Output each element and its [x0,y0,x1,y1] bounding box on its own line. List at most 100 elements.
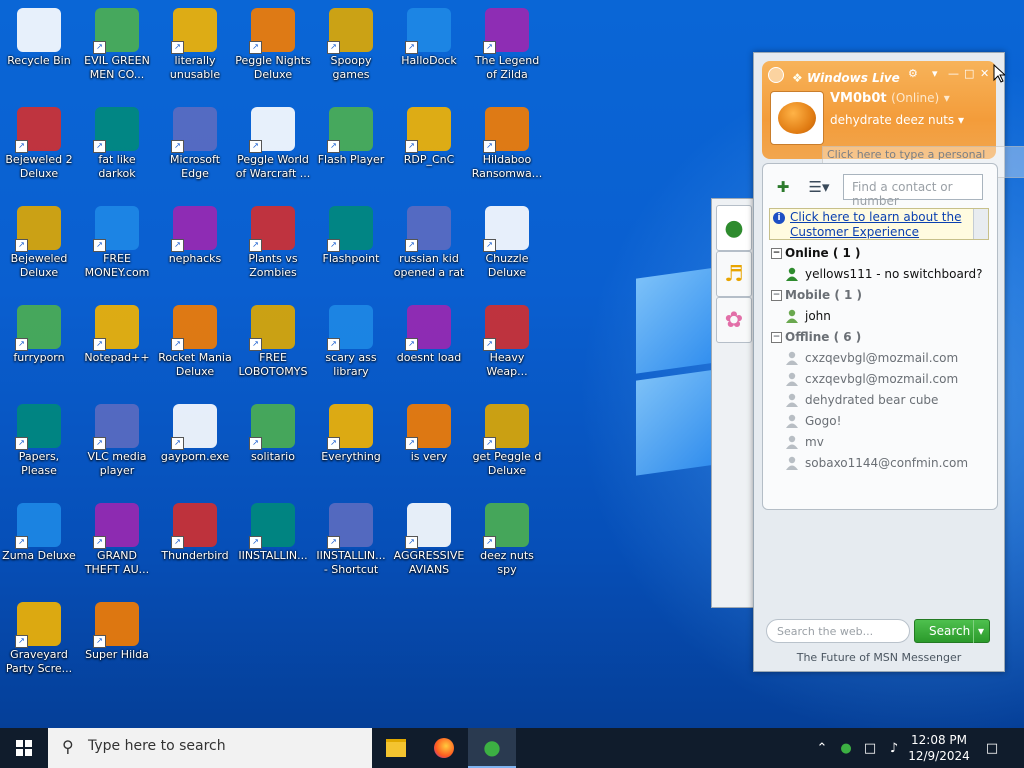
online-status[interactable]: (Online) [891,91,939,105]
contact-group-header[interactable]: − Offline ( 6 ) [771,330,861,344]
desktop-icon[interactable]: ↗ doesnt load [391,301,467,365]
desktop-icon[interactable]: ↗ Plants vs Zombies [235,202,311,280]
desktop-icon[interactable]: ↗ Rocket Mania Deluxe [157,301,233,379]
start-button[interactable] [0,728,48,768]
desktop-icon[interactable]: ↗ solitario [235,400,311,464]
zilda-icon: ↗ [483,8,529,54]
contact-list-item[interactable]: cxzqevbgl@mozmail.com [785,372,958,386]
collapse-group-icon[interactable]: − [771,290,782,301]
menu-chevron-icon[interactable]: ▾ [932,67,938,80]
desktop-icon[interactable]: ↗ is very [391,400,467,464]
desktop-icon[interactable]: ↗ Hildaboo Ransomwa... [469,103,545,181]
contact-list-item[interactable]: mv [785,435,824,449]
desktop-icon[interactable]: ↗ Super Hilda [79,598,155,662]
offline-buddy-icon [785,414,799,428]
desktop-icon-label: Notepad++ [84,351,150,364]
banner-scrollbar[interactable] [973,209,988,239]
contact-list-item[interactable]: john [785,309,831,323]
desktop-icon[interactable]: ↗ deez nuts spy [469,499,545,577]
desktop-icon[interactable]: ↗ EVIL GREEN MEN CO... [79,4,155,82]
search-dropdown-icon[interactable]: ▾ [973,620,984,643]
desktop-icon[interactable]: ↗ Heavy Weap... [469,301,545,379]
desktop-icon[interactable]: ↗ AGGRESSIVE AVIANS [391,499,467,577]
desktop-icon[interactable]: ↗ Peggle World of Warcraft ... [235,103,311,181]
desktop-icon[interactable]: ↗ FREE LOBOTOMYS [235,301,311,379]
web-search-button[interactable]: Search ▾ [914,619,990,643]
desktop-icon[interactable]: ↗ fat like darkok [79,103,155,181]
desktop-icon[interactable]: ↗ IINSTALLIN... [235,499,311,563]
desktop-icon[interactable]: ↗ scary ass library [313,301,389,379]
desktop-icon[interactable]: ↗ FREE MONEY.com [79,202,155,280]
contact-list-item[interactable]: dehydrated bear cube [785,393,938,407]
minimize-button[interactable]: — [948,67,959,80]
network-icon[interactable]: □ [860,728,880,768]
contact-list-item[interactable]: Gogo! [785,414,841,428]
personal-message[interactable]: dehydrate deez nuts ▾ [830,113,964,127]
list-view-icon[interactable]: ☰▾ [805,174,833,200]
desktop-icon[interactable]: ↗ VLC media player [79,400,155,478]
games-tab-icon[interactable]: ✿ [716,297,752,343]
desktop-icon[interactable]: ↗ Flash Player [313,103,389,167]
desktop-icon[interactable]: ↗ Microsoft Edge [157,103,233,181]
msn-tray-icon[interactable]: ● [836,728,856,768]
contact-list-item[interactable]: sobaxo1144@confmin.com [785,456,968,470]
contact-name: john [805,309,831,323]
clock[interactable]: 12:08 PM 12/9/2024 [900,732,978,764]
desktop-icon[interactable]: ↗ GRAND THEFT AU... [79,499,155,577]
web-search-input[interactable]: Search the web... [766,619,910,643]
desktop-icon[interactable]: ↗ Everything [313,400,389,464]
desktop-icon[interactable]: ↗ gayporn.exe [157,400,233,464]
desktop-icon[interactable]: ↗ IINSTALLIN... - Shortcut [313,499,389,577]
file-explorer-icon[interactable] [372,728,420,768]
msn-taskbar-icon[interactable]: ● [468,728,516,768]
desktop-icon[interactable]: ↗ RDP_CnC [391,103,467,167]
desktop-icon[interactable]: Recycle Bin [1,4,77,68]
desktop-icon[interactable]: ↗ literally unusable [157,4,233,82]
desktop-icon[interactable]: ↗ Thunderbird [157,499,233,563]
find-contact-input[interactable]: Find a contact or number [843,174,983,208]
status-chevron-icon[interactable]: ▾ [944,91,950,105]
desktop-icon[interactable]: ↗ Papers, Please [1,400,77,478]
contact-list-item[interactable]: yellows111 - no switchboard? [785,267,983,281]
taskbar-search-input[interactable]: ⚲ Type here to search [48,728,372,768]
desktop-icon[interactable]: ↗ Bejeweled 2 Deluxe [1,103,77,181]
customer-experience-link[interactable]: Click here to learn about the Customer E… [790,210,970,240]
desktop-icon[interactable]: ↗ Notepad++ [79,301,155,365]
desktop-icon[interactable]: ↗ get Peggle d Deluxe [469,400,545,478]
msn-header: ❖ Windows Live ⚙ ▾ — □ ✕ VM0b0t (Online)… [762,61,1024,178]
close-button[interactable]: ✕ [980,67,989,80]
avatar[interactable] [770,91,824,145]
firefox-icon[interactable] [420,728,468,768]
back-icon[interactable] [768,67,784,83]
maximize-button[interactable]: □ [964,67,974,80]
options-icon[interactable]: ⚙ [908,67,918,80]
desktop-icon[interactable]: ↗ The Legend of Zilda [469,4,545,82]
contact-list-item[interactable]: cxzqevbgl@mozmail.com [785,351,958,365]
desktop-icon[interactable]: ↗ Graveyard Party Scre... [1,598,77,676]
contacts-tab-icon[interactable]: ● [716,205,752,251]
desktop-icon[interactable]: ↗ furryporn [1,301,77,365]
desktop-icon[interactable]: ↗ Spoopy games [313,4,389,82]
desktop-icon[interactable]: ↗ russian kid opened a rat [391,202,467,280]
alerts-bell-icon[interactable]: ♬ [716,251,752,297]
collapse-group-icon[interactable]: − [771,332,782,343]
search-icon: ⚲ [62,737,74,756]
desktop-icon[interactable]: ↗ Flashpoint [313,202,389,266]
notifications-icon[interactable]: □ [980,728,1004,768]
desktop-icon[interactable]: ↗ nephacks [157,202,233,266]
contact-group-header[interactable]: − Online ( 1 ) [771,246,861,260]
desktop-icon[interactable]: ↗ Zuma Deluxe [1,499,77,563]
shortcut-arrow-icon: ↗ [93,140,106,153]
shortcut-arrow-icon: ↗ [249,536,262,549]
add-contact-icon[interactable]: ✚ [769,174,797,200]
offline-buddy-icon [785,372,799,386]
desktop-icon[interactable]: ↗ HalloDock [391,4,467,68]
user-display-name[interactable]: VM0b0t (Online) ▾ [830,91,950,106]
contact-group-header[interactable]: − Mobile ( 1 ) [771,288,862,302]
desktop-icon[interactable]: ↗ Chuzzle Deluxe [469,202,545,280]
desktop-icon[interactable]: ↗ Bejeweled Deluxe [1,202,77,280]
message-chevron-icon[interactable]: ▾ [958,113,964,127]
show-hidden-icons-chevron-icon[interactable]: ⌃ [812,728,832,768]
desktop-icon[interactable]: ↗ Peggle Nights Deluxe [235,4,311,82]
collapse-group-icon[interactable]: − [771,248,782,259]
